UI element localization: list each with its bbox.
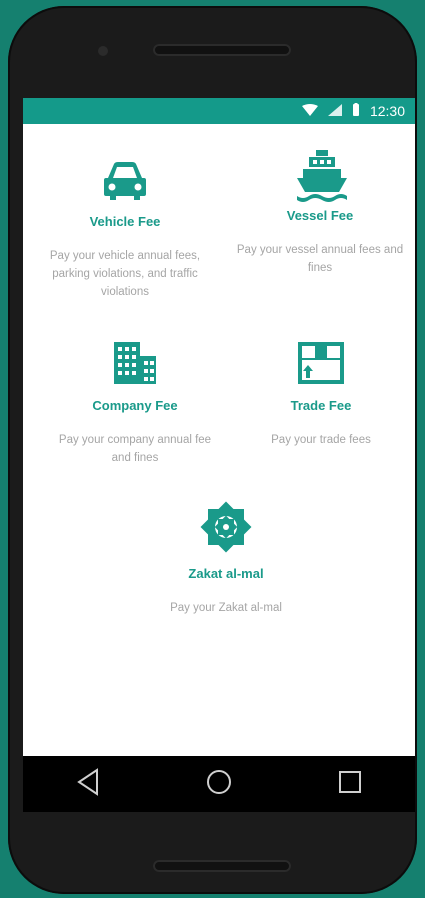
android-nav-bar xyxy=(23,756,415,812)
back-triangle-icon xyxy=(75,767,101,801)
app-screen: 12:30 Vehicle Fee Pay your vehicle annua… xyxy=(23,98,415,810)
wifi-icon xyxy=(301,103,318,119)
box-icon xyxy=(296,338,346,388)
star-emblem-icon xyxy=(197,498,255,556)
vessel-fee-tile[interactable]: Vessel Fee Pay your vessel annual fees a… xyxy=(235,148,405,277)
recents-button[interactable] xyxy=(334,768,366,800)
bottom-speaker xyxy=(153,860,291,872)
building-icon xyxy=(110,338,160,388)
trade-fee-tile[interactable]: Trade Fee Pay your trade fees xyxy=(241,338,401,449)
trade-fee-title: Trade Fee xyxy=(290,398,352,413)
recents-square-icon xyxy=(337,769,363,800)
zakat-description: Pay your Zakat al-mal xyxy=(170,602,282,614)
car-icon xyxy=(100,154,150,204)
vessel-fee-description: Pay your vessel annual fees and fines xyxy=(236,244,404,274)
home-button[interactable] xyxy=(203,768,235,800)
company-fee-description: Pay your company annual fee and fines xyxy=(58,434,212,464)
vessel-fee-title: Vessel Fee xyxy=(286,208,354,223)
battery-icon xyxy=(352,102,360,120)
ship-icon xyxy=(295,148,347,202)
top-speaker xyxy=(153,44,291,56)
home-circle-icon xyxy=(205,768,233,801)
fee-menu: Vehicle Fee Pay your vehicle annual fees… xyxy=(23,124,415,752)
vehicle-fee-title: Vehicle Fee xyxy=(89,214,161,229)
vehicle-fee-tile[interactable]: Vehicle Fee Pay your vehicle annual fees… xyxy=(45,154,205,301)
status-bar: 12:30 xyxy=(23,98,415,124)
front-camera xyxy=(98,46,108,56)
back-button[interactable] xyxy=(72,767,104,801)
zakat-tile[interactable]: Zakat al-mal Pay your Zakat al-mal xyxy=(141,498,311,617)
vehicle-fee-description: Pay your vehicle annual fees, parking vi… xyxy=(49,250,201,298)
company-fee-tile[interactable]: Company Fee Pay your company annual fee … xyxy=(55,338,215,467)
cell-signal-icon xyxy=(327,103,342,119)
trade-fee-description: Pay your trade fees xyxy=(271,434,371,446)
company-fee-title: Company Fee xyxy=(92,398,178,413)
status-time: 12:30 xyxy=(369,103,405,119)
zakat-title: Zakat al-mal xyxy=(188,566,264,581)
